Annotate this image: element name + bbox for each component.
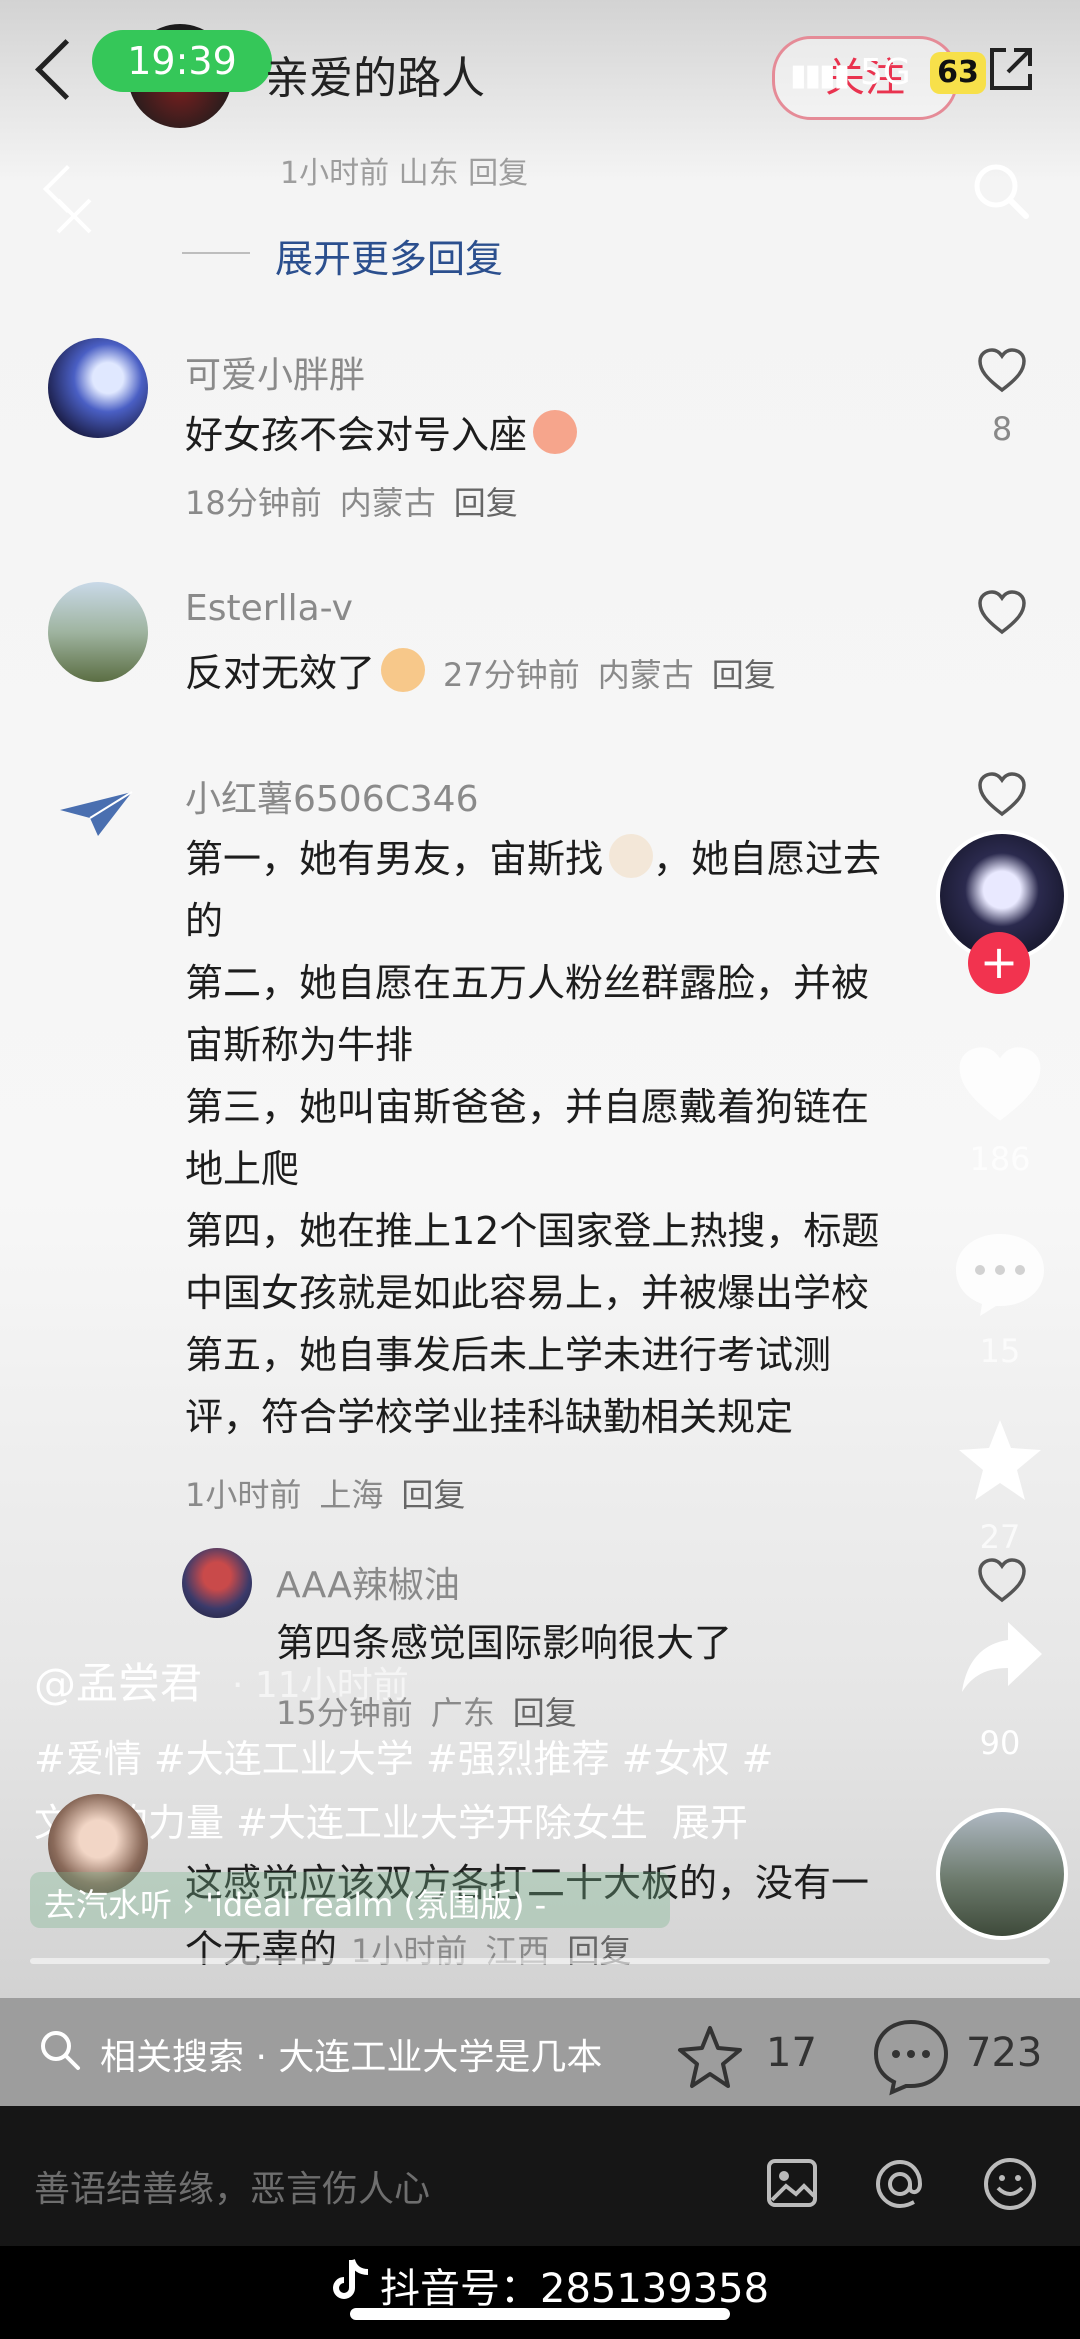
comment-text: 反对无效了 27分钟前 内蒙古 回复	[185, 642, 794, 706]
comment-username[interactable]: 小红薯6506C346	[185, 770, 478, 822]
favorite-star-icon[interactable]	[955, 1416, 1045, 1502]
at-mention-icon[interactable]	[872, 2156, 928, 2212]
reply-button[interactable]: 回复	[401, 1476, 465, 1514]
comment-username[interactable]: AAA辣椒油	[276, 1556, 460, 1608]
like-heart-icon[interactable]	[952, 1040, 1048, 1128]
peach-emoji-icon	[533, 410, 578, 454]
network-label: 5G	[860, 52, 911, 93]
like-heart-icon[interactable]	[976, 1556, 1028, 1604]
paper-plane-icon	[60, 791, 133, 836]
comment-avatar[interactable]	[48, 338, 148, 438]
video-author[interactable]: @孟尝君	[34, 1650, 202, 1711]
reply-avatar[interactable]	[182, 1548, 252, 1618]
favorite-star-icon[interactable]	[676, 2024, 744, 2092]
like-heart-icon[interactable]	[976, 346, 1028, 394]
comment-avatar[interactable]	[48, 582, 148, 682]
comment-line: 第三，她叫宙斯爸爸，并自愿戴着狗链在	[185, 1085, 870, 1129]
comment-input[interactable]: 善语结善缘，恶言伤人心	[34, 2160, 430, 2212]
video-tags[interactable]: #爱情 #大连工业大学 #强烈推荐 #女权 #	[34, 1728, 774, 1783]
reply-button[interactable]: 回复	[513, 1694, 577, 1732]
share-arrow-icon[interactable]	[958, 1618, 1044, 1694]
comment-line: 评，符合学校学业挂科缺勤相关规定	[185, 1395, 794, 1439]
search-icon	[41, 2031, 80, 2070]
comment-line: 第二，她自愿在五万人粉丝群露脸，并被	[185, 961, 870, 1005]
faded-comment-meta: 1小时前 山东 回复	[280, 156, 529, 191]
video-comment-count: 15	[979, 1332, 1021, 1370]
home-indicator[interactable]	[350, 2308, 730, 2320]
crying-emoji-icon	[381, 648, 426, 692]
close-icon[interactable]	[54, 196, 94, 236]
comment-bubble-icon[interactable]	[952, 1228, 1048, 1318]
comment-username[interactable]: Esterlla-v	[185, 588, 353, 629]
comment-line: 地上爬	[185, 1147, 300, 1191]
reply-button[interactable]: 回复	[454, 484, 518, 522]
expand-description-button[interactable]: 展开	[672, 1801, 748, 1845]
douyin-logo-icon	[333, 2259, 369, 2299]
image-icon[interactable]	[766, 2158, 818, 2208]
like-count: 8	[991, 410, 1013, 448]
divider	[182, 252, 250, 254]
like-heart-icon[interactable]	[976, 770, 1028, 818]
reply-button[interactable]: 回复	[712, 656, 776, 694]
video-like-count: 186	[969, 1140, 1031, 1178]
video-post-time: · 11小时前	[232, 1665, 409, 1706]
battery-indicator: 63	[930, 52, 986, 94]
comment-bubble-icon[interactable]	[872, 2018, 950, 2096]
emoji-icon[interactable]	[982, 2156, 1038, 2212]
related-search-text[interactable]: 相关搜索 · 大连工业大学是几本	[100, 2028, 602, 2080]
chicken-emoji-icon	[609, 834, 654, 878]
comment-text: 第一，她有男友，宙斯找 ，她自愿过去 的 第二，她自愿在五万人粉丝群露脸，并被 宙…	[185, 828, 925, 1448]
comment-username[interactable]: 可爱小胖胖	[185, 346, 365, 398]
comment-count: 723	[966, 2030, 1043, 2076]
search-icon[interactable]	[970, 160, 1032, 222]
back-chevron-icon[interactable]	[35, 39, 96, 100]
comment-line: 中国女孩就是如此容易上，并被爆出学校	[185, 1271, 870, 1315]
video-share-count: 90	[979, 1724, 1021, 1762]
like-heart-icon[interactable]	[976, 588, 1028, 636]
favorite-count: 17	[766, 2030, 817, 2076]
status-time: 19:39	[92, 30, 272, 92]
douyin-id: 抖音号：285139358	[380, 2266, 770, 2312]
comment-text: 好女孩不会对号入座	[185, 404, 578, 466]
reply-button[interactable]: 回复	[567, 1932, 631, 1970]
comment-line: 宙斯称为牛排	[185, 1023, 414, 1067]
page-title: 亲爱的路人	[265, 53, 485, 104]
expand-more-replies[interactable]: 展开更多回复	[275, 228, 503, 283]
comment-line: 第一，她有男友，宙斯找 ，她自愿过去	[185, 828, 925, 890]
music-album-avatar[interactable]	[936, 1808, 1068, 1940]
signal-icon: ▮▮▮▮	[790, 58, 850, 93]
video-favorite-count: 27	[979, 1518, 1021, 1556]
follow-plus-button[interactable]: +	[968, 932, 1030, 994]
video-progress-bar[interactable]	[30, 1958, 1050, 1964]
comment-meta: 1小时前 上海 回复	[185, 1476, 466, 1514]
share-external-icon[interactable]	[986, 44, 1036, 94]
comment-line: 的	[185, 899, 224, 943]
comment-line: 第四，她在推上12个国家登上热搜，标题	[185, 1209, 880, 1253]
comment-meta: 18分钟前 内蒙古 回复	[185, 484, 518, 522]
comment-text-continued: 个无辜的 1小时前 江西 回复	[185, 1927, 632, 1971]
comment-line: 第五，她自事发后未上学未进行考试测	[185, 1333, 832, 1377]
